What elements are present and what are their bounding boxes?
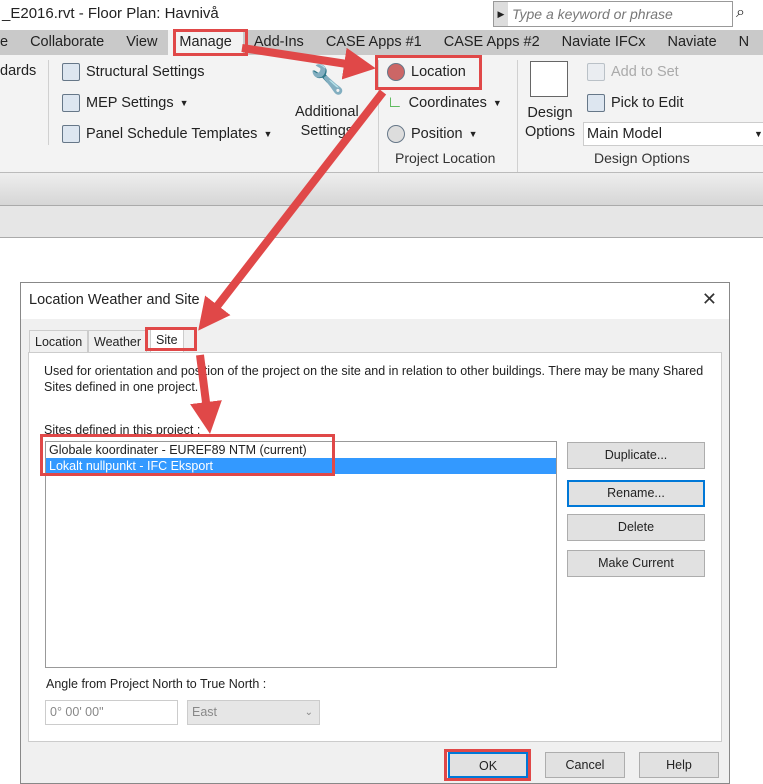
location-weather-site-dialog: Location Weather and Site ✕ Location Wea…	[20, 282, 730, 784]
chevron-down-icon: ⌄	[304, 707, 313, 718]
design-options-label-2: Options	[525, 124, 575, 140]
additional-settings-label-2: Settings	[300, 123, 354, 139]
tab-case-apps-1[interactable]: CASE Apps #1	[315, 30, 433, 55]
view-tabs-bar	[0, 206, 763, 238]
add-to-set-icon	[587, 63, 605, 81]
dropdown-icon: ▼	[263, 129, 273, 139]
help-button[interactable]: Help	[639, 752, 719, 778]
binoculars-icon[interactable]: ⌕	[736, 4, 745, 22]
angle-label: Angle from Project North to True North :	[46, 677, 267, 691]
close-icon[interactable]: ✕	[702, 289, 717, 310]
make-current-button[interactable]: Make Current	[567, 550, 705, 577]
expand-arrow-icon[interactable]: ▶	[494, 2, 508, 26]
tab-collaborate[interactable]: Collaborate	[19, 30, 115, 55]
structural-settings-label: Structural Settings	[86, 64, 205, 80]
highlight-sites-list	[40, 434, 335, 476]
highlight-ok-button	[444, 749, 531, 781]
dropdown-icon: ▼	[492, 98, 502, 108]
panel-schedule-icon	[62, 125, 80, 143]
design-options-panel-label: Design Options	[594, 150, 690, 166]
additional-settings-label: Additional	[295, 104, 359, 120]
site-tab-panel: Used for orientation and position of the…	[28, 352, 722, 742]
dropdown-icon: ▼	[179, 98, 189, 108]
duplicate-button[interactable]: Duplicate...	[567, 442, 705, 469]
structural-settings-button[interactable]: Structural Settings	[62, 63, 204, 81]
tab-add-ins[interactable]: Add-Ins	[243, 30, 315, 55]
coordinates-icon: ∟	[387, 94, 403, 111]
position-icon	[387, 125, 405, 143]
coordinates-button[interactable]: ∟ Coordinates ▼	[387, 94, 502, 112]
highlight-manage-tab	[173, 29, 248, 56]
tab-weather[interactable]: Weather	[88, 330, 148, 352]
wrench-icon: 🔧	[310, 64, 345, 95]
dialog-title-bar: Location Weather and Site ✕	[21, 283, 729, 319]
panel-schedule-templates-button[interactable]: Panel Schedule Templates ▼	[62, 125, 272, 143]
tab-view[interactable]: View	[115, 30, 168, 55]
tab-architecture[interactable]: e	[0, 30, 19, 55]
rename-button[interactable]: Rename...	[567, 480, 705, 507]
direction-select[interactable]: East ⌄	[187, 700, 320, 725]
design-options-label: Design	[527, 105, 573, 121]
cancel-button[interactable]: Cancel	[545, 752, 625, 778]
pick-to-edit-icon	[587, 94, 605, 112]
document-title: _E2016.rvt - Floor Plan: Havnivå	[2, 5, 219, 22]
position-label: Position	[411, 126, 463, 142]
tab-naviate[interactable]: Naviate	[656, 30, 727, 55]
tab-case-apps-2[interactable]: CASE Apps #2	[433, 30, 551, 55]
position-button[interactable]: Position ▼	[387, 125, 478, 143]
ribbon-tabs: e Collaborate View Manage Add-Ins CASE A…	[0, 30, 763, 55]
structural-settings-icon	[62, 63, 80, 81]
site-description: Used for orientation and position of the…	[44, 364, 704, 394]
highlight-location-button	[375, 55, 482, 90]
standards-label: dards	[0, 63, 37, 79]
dropdown-icon: ▼	[468, 129, 478, 139]
search-placeholder: Type a keyword or phrase	[512, 6, 673, 22]
pick-to-edit-label: Pick to Edit	[611, 95, 684, 111]
options-bar	[0, 173, 763, 206]
add-to-set-label: Add to Set	[611, 64, 679, 80]
delete-button[interactable]: Delete	[567, 514, 705, 541]
dialog-title: Location Weather and Site	[29, 292, 200, 308]
tab-location[interactable]: Location	[29, 330, 89, 352]
tab-naviate-ifcx[interactable]: Naviate IFCx	[551, 30, 657, 55]
tab-more[interactable]: N	[728, 30, 760, 55]
design-options-icon	[530, 61, 568, 97]
standards-button[interactable]: dards	[0, 63, 36, 79]
design-options-button[interactable]: Design Options	[525, 105, 575, 140]
main-model-value: Main Model	[587, 126, 662, 142]
design-option-select[interactable]: Main Model ▼	[583, 122, 763, 146]
search-input[interactable]: ▶ Type a keyword or phrase	[493, 1, 733, 27]
coordinates-label: Coordinates	[408, 95, 487, 111]
panel-schedule-label: Panel Schedule Templates	[86, 126, 258, 142]
pick-to-edit-button[interactable]: Pick to Edit	[587, 94, 684, 112]
mep-settings-label: MEP Settings	[86, 95, 174, 111]
chevron-down-icon: ▼	[754, 129, 763, 139]
additional-settings-button[interactable]: Additional Settings	[295, 104, 359, 139]
add-to-set-button[interactable]: Add to Set	[587, 63, 679, 81]
highlight-site-tab	[145, 327, 197, 351]
direction-value: East	[192, 705, 218, 719]
mep-settings-icon	[62, 94, 80, 112]
project-location-panel-label: Project Location	[395, 150, 496, 166]
angle-input[interactable]: 0° 00' 00"	[45, 700, 178, 725]
mep-settings-button[interactable]: MEP Settings ▼	[62, 94, 189, 112]
